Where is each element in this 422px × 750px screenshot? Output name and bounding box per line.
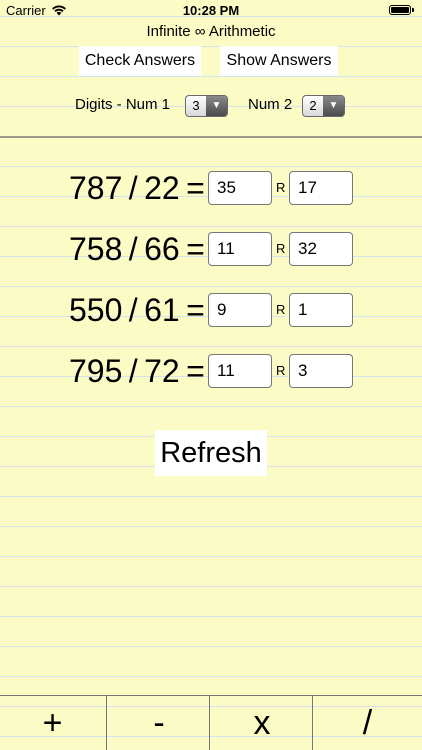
multiply-operation-button[interactable]: x <box>209 696 314 750</box>
remainder-label: R <box>276 302 286 317</box>
chevron-down-icon: ▼ <box>206 96 227 116</box>
num2-digits-select[interactable]: 2 ▼ <box>302 95 345 117</box>
subtract-operation-button[interactable]: - <box>106 696 211 750</box>
remainder-label: R <box>276 180 286 195</box>
num2-digits-value: 2 <box>309 98 317 113</box>
problem-row: 795 / 72 = R <box>0 353 422 389</box>
quotient-input[interactable] <box>208 293 272 327</box>
problem-row: 758 / 66 = R <box>0 231 422 267</box>
problem-expression: 758 / 66 = <box>69 231 205 267</box>
operation-bar: + - x / <box>0 695 422 750</box>
problem-expression: 795 / 72 = <box>69 353 205 389</box>
num1-digits-value: 3 <box>192 98 200 113</box>
quotient-input[interactable] <box>208 354 272 388</box>
problem-expression: 787 / 22 = <box>69 170 205 206</box>
status-bar: Carrier 10:28 PM <box>0 0 422 22</box>
quotient-input[interactable] <box>208 232 272 266</box>
chevron-down-icon: ▼ <box>323 96 344 116</box>
num1-digits-select[interactable]: 3 ▼ <box>185 95 228 117</box>
app-title: Infinite ∞ Arithmetic <box>146 23 276 40</box>
problem-row: 550 / 61 = R <box>0 292 422 328</box>
remainder-input[interactable] <box>289 171 353 205</box>
divider <box>0 136 422 138</box>
digits-num2-label: Num 2 <box>248 96 293 113</box>
digits-num1-label: Digits - Num 1 <box>75 96 171 113</box>
add-operation-button[interactable]: + <box>0 696 105 750</box>
problem-expression: 550 / 61 = <box>69 292 205 328</box>
refresh-button[interactable]: Refresh <box>155 430 267 476</box>
remainder-label: R <box>276 363 286 378</box>
remainder-input[interactable] <box>289 354 353 388</box>
remainder-input[interactable] <box>289 232 353 266</box>
divide-operation-button[interactable]: / <box>312 696 422 750</box>
battery-icon <box>389 5 414 15</box>
show-answers-button[interactable]: Show Answers <box>220 46 338 76</box>
remainder-input[interactable] <box>289 293 353 327</box>
check-answers-button[interactable]: Check Answers <box>79 46 201 76</box>
clock: 10:28 PM <box>182 3 240 18</box>
problem-row: 787 / 22 = R <box>0 170 422 206</box>
remainder-label: R <box>276 241 286 256</box>
quotient-input[interactable] <box>208 171 272 205</box>
